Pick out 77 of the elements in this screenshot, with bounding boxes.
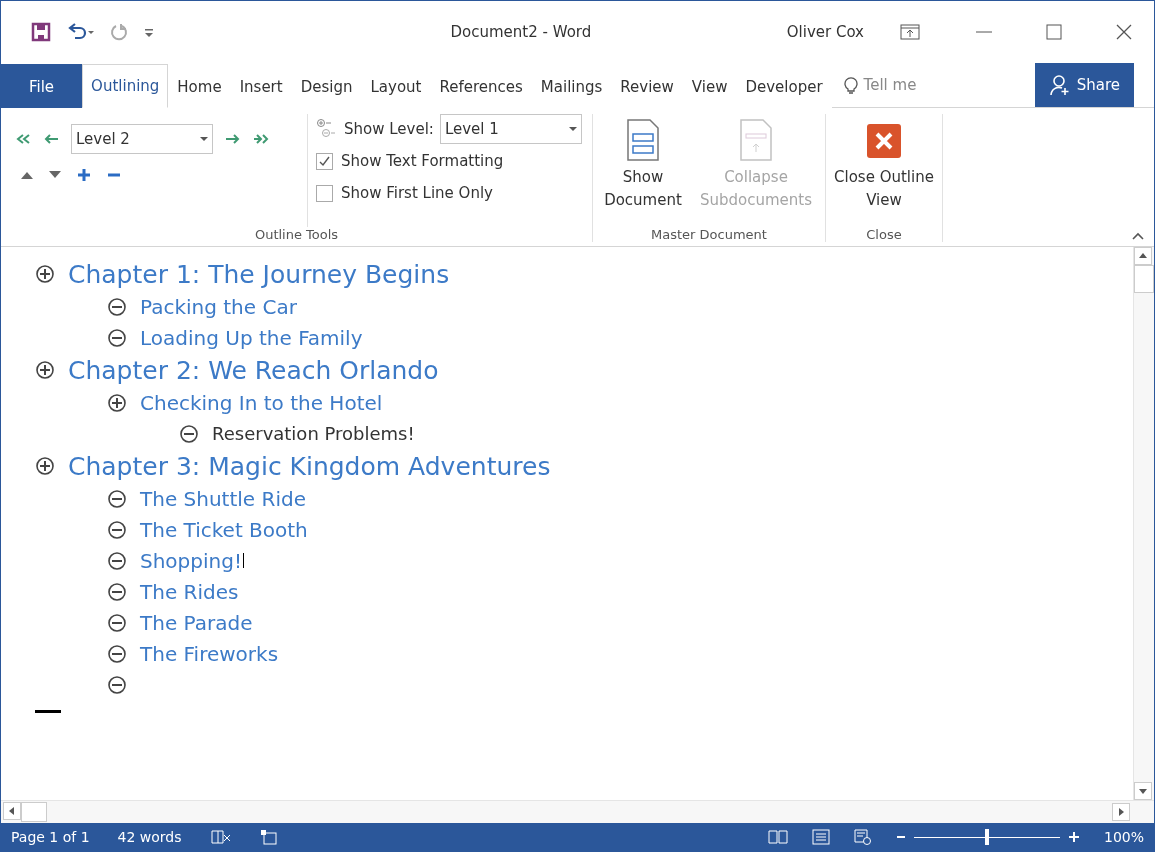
outline-heading: Reservation Problems! [212, 423, 415, 444]
minus-circle-icon[interactable] [107, 581, 127, 602]
show-level-label: Show Level: [344, 120, 434, 138]
end-of-document-mark [35, 710, 61, 713]
outline-heading: The Shuttle Ride [140, 486, 306, 511]
minus-circle-icon[interactable] [107, 327, 127, 348]
outline-heading: Shopping! [140, 548, 242, 573]
outline-heading: The Parade [140, 610, 253, 635]
demote-to-body-icon[interactable] [251, 132, 269, 146]
minus-circle-icon[interactable] [179, 423, 199, 444]
zoom-in-icon[interactable] [1067, 831, 1080, 843]
minus-circle-icon[interactable] [107, 296, 127, 317]
minus-circle-icon[interactable] [107, 612, 127, 633]
expand-icon[interactable] [77, 168, 91, 182]
zoom-slider-thumb[interactable] [984, 829, 989, 845]
close-icon[interactable] [1116, 24, 1132, 40]
checkbox[interactable] [316, 184, 333, 202]
outline-heading: Loading Up the Family [140, 325, 363, 350]
outline-heading: Chapter 2: We Reach Orlando [68, 355, 439, 385]
show-document-button[interactable]: Show Document [601, 114, 685, 227]
move-down-icon[interactable] [49, 170, 61, 180]
checkbox-label: Show First Line Only [341, 184, 493, 202]
outline-heading: The Fireworks [140, 641, 279, 666]
outline-heading: Checking In to the Hotel [140, 390, 383, 415]
plus-circle-icon[interactable] [35, 360, 55, 380]
outline-heading: The Rides [140, 579, 239, 604]
word-count[interactable]: 42 words [117, 829, 182, 845]
read-mode-icon[interactable] [767, 829, 788, 845]
scroll-thumb[interactable] [21, 802, 47, 822]
plus-circle-icon[interactable] [35, 264, 55, 284]
minus-circle-icon[interactable] [107, 674, 127, 695]
demote-icon[interactable] [223, 132, 241, 146]
close-outline-view-button[interactable]: Close Outline View [834, 114, 934, 227]
minus-circle-icon[interactable] [107, 519, 127, 540]
window-title: Document2 - Word [450, 23, 592, 41]
tell-me-field[interactable]: Tell me [863, 76, 917, 94]
scroll-thumb[interactable] [1134, 265, 1154, 293]
document-upload-icon [739, 118, 773, 162]
ribbon-tab[interactable]: Outlining [82, 64, 169, 108]
scroll-up-icon[interactable] [1134, 247, 1152, 265]
move-up-icon[interactable] [21, 170, 33, 180]
group-label: Master Document [651, 227, 767, 242]
scroll-down-icon[interactable] [1134, 782, 1152, 800]
page-count[interactable]: Page 1 of 1 [11, 829, 90, 845]
plus-circle-icon[interactable] [107, 392, 127, 413]
plus-circle-icon[interactable] [35, 456, 55, 476]
lightbulb-icon [843, 75, 858, 95]
macro-icon[interactable] [259, 829, 278, 845]
person-add-icon [1048, 74, 1071, 96]
save-icon[interactable] [31, 22, 51, 42]
zoom-level[interactable]: 100% [1103, 829, 1144, 845]
scroll-right-icon[interactable] [1112, 803, 1130, 821]
collapse-ribbon-icon[interactable] [1132, 232, 1144, 240]
user-name[interactable]: Oliver Cox [786, 23, 864, 41]
group-label: Outline Tools [254, 227, 339, 242]
minus-circle-icon[interactable] [107, 550, 127, 571]
checkbox[interactable] [316, 152, 333, 170]
group-label: Close [866, 227, 902, 242]
proofing-icon[interactable] [209, 829, 232, 845]
outline-heading: Packing the Car [140, 294, 297, 319]
share-button[interactable]: Share [1034, 63, 1134, 107]
outline-heading: Chapter 3: Magic Kingdom Adventures [68, 451, 551, 481]
scroll-left-icon[interactable] [3, 802, 21, 820]
outline-heading: The Ticket Booth [140, 517, 308, 542]
promote-icon[interactable] [43, 132, 61, 146]
show-level-dropdown[interactable]: Level 1 [439, 114, 582, 144]
outline-level-dropdown[interactable]: Level 2 [71, 124, 213, 154]
checkbox-label: Show Text Formatting [341, 152, 504, 170]
document-icon [626, 118, 660, 162]
minus-circle-icon[interactable] [107, 488, 127, 509]
web-layout-icon[interactable] [853, 829, 872, 845]
print-layout-icon[interactable] [811, 829, 830, 845]
show-level-icon [316, 118, 338, 140]
outline-heading: Chapter 1: The Journey Begins [68, 259, 450, 289]
minus-circle-icon[interactable] [107, 643, 127, 664]
ribbon-display-icon[interactable] [900, 24, 920, 40]
ribbon-tab[interactable]: File [1, 64, 83, 108]
